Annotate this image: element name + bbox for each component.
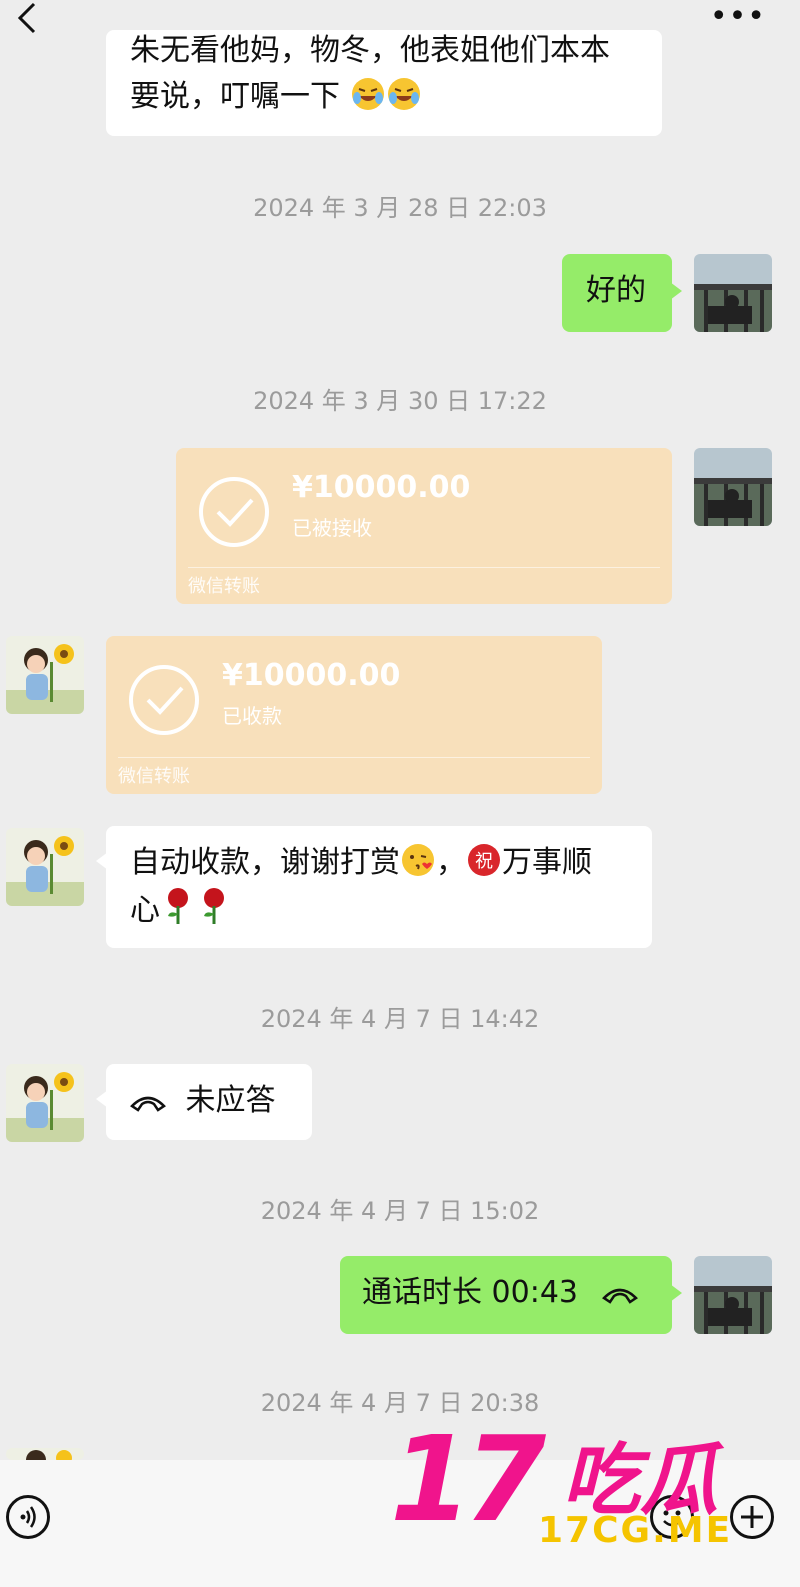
voice-input-button[interactable] [6, 1495, 50, 1539]
voice-icon [20, 1506, 36, 1528]
timestamp: 2024 年 4 月 7 日 15:02 [260, 1197, 540, 1225]
transfer-amount: ¥10000.00 [222, 658, 401, 693]
watermark-logo: 17 吃瓜 17CG.ME [390, 1410, 780, 1570]
chevron-left-icon [17, 2, 36, 34]
divider [188, 567, 660, 568]
message-bubble-incoming[interactable]: 自动收款，谢谢打赏，祝万事顺 心 [96, 826, 652, 948]
message-text: 好的 [586, 273, 646, 308]
transfer-card-incoming[interactable]: ¥10000.00 已收款 微信转账 [106, 636, 602, 794]
transfer-amount: ¥10000.00 [292, 470, 471, 505]
contact-avatar[interactable] [6, 828, 84, 906]
back-button[interactable] [10, 0, 46, 40]
message-text: 自动收款，谢谢打赏，祝万事顺 [130, 840, 628, 886]
transfer-card-outgoing[interactable]: ¥10000.00 已被接收 微信转账 [176, 448, 672, 604]
congratulations-badge-icon: 祝 [468, 844, 500, 876]
transfer-label: 微信转账 [118, 766, 190, 787]
call-bubble-missed[interactable]: 未应答 [96, 1064, 312, 1140]
self-avatar[interactable] [694, 1256, 772, 1334]
call-duration-text: 通话时长 00:43 [362, 1275, 578, 1310]
call-bubble-outgoing[interactable]: 通话时长 00:43 [340, 1256, 682, 1334]
contact-avatar[interactable] [6, 1448, 84, 1460]
transfer-label: 微信转账 [188, 576, 260, 597]
timestamp: 2024 年 4 月 7 日 14:42 [260, 1005, 540, 1033]
transfer-status: 已收款 [222, 704, 282, 728]
phone-hangup-icon [130, 1096, 166, 1112]
svg-text:祝: 祝 [475, 851, 493, 872]
timestamp: 2024 年 3 月 30 日 17:22 [253, 387, 547, 415]
kissing-face-emoji-icon [402, 844, 434, 876]
message-text: 朱无看他妈，物冬，他表姐他们本本 [130, 33, 610, 68]
watermark-domain: 17CG.ME [538, 1510, 733, 1551]
contact-avatar[interactable] [6, 1064, 84, 1142]
timestamp: 2024 年 3 月 28 日 22:03 [253, 194, 547, 222]
watermark-number: 17 [390, 1410, 546, 1548]
divider [118, 757, 590, 758]
laughing-tears-emoji-icon [387, 78, 420, 110]
more-options-button[interactable]: ••• [710, 2, 766, 32]
self-avatar[interactable] [694, 448, 772, 526]
check-circle-icon [129, 665, 199, 735]
rose-emoji-icon [168, 888, 188, 924]
message-bubble-incoming[interactable]: 朱无看他妈，物冬，他表姐他们本本 要说，叮嘱一下 [106, 30, 662, 136]
message-bubble-outgoing[interactable]: 好的 [562, 254, 682, 332]
phone-hangup-icon [601, 1288, 638, 1304]
message-text: 要说，叮嘱一下 [130, 74, 638, 120]
laughing-tears-emoji-icon [351, 78, 384, 110]
contact-avatar[interactable] [6, 636, 84, 714]
rose-emoji-icon [204, 888, 224, 924]
self-avatar[interactable] [694, 254, 772, 332]
call-status-text: 未应答 [185, 1083, 276, 1118]
message-text: 心 [130, 886, 628, 934]
transfer-status: 已被接收 [292, 516, 372, 540]
check-circle-icon [199, 477, 269, 547]
